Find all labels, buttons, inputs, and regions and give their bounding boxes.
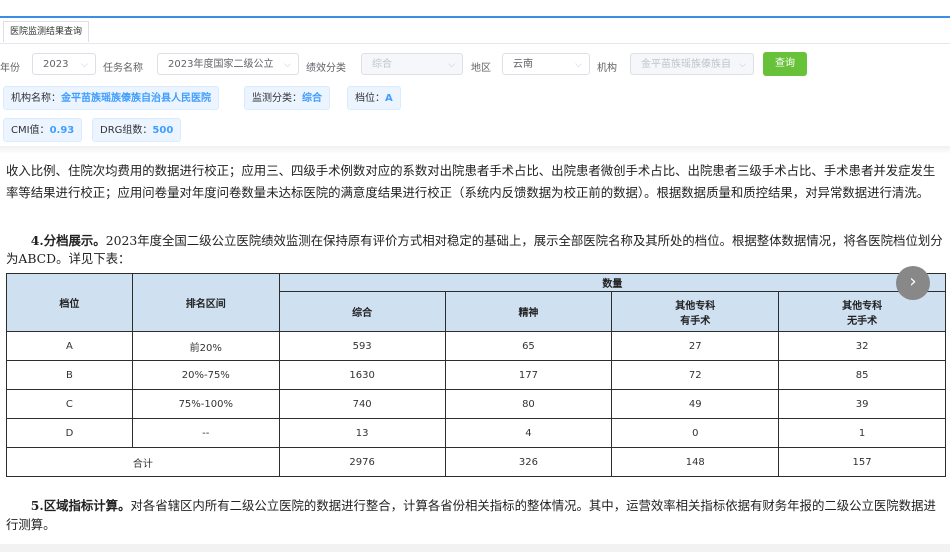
cell-level: C [6, 389, 133, 419]
col-header-quantity: 数量 [278, 273, 947, 292]
year-value: 2023 [43, 59, 69, 70]
cell-total-label: 合计 [6, 447, 280, 477]
drg-tag: DRG组数：500 [92, 118, 182, 142]
cell-mental: 4 [444, 418, 613, 448]
cmi-label: CMI值： [11, 125, 50, 136]
cell-surg: 72 [611, 360, 780, 390]
col-header-mental: 精神 [444, 291, 613, 332]
level-label: 档位： [355, 93, 385, 104]
monitor-label: 监测分类： [252, 93, 302, 104]
bottom-scroll-strip [0, 544, 950, 552]
col-header-rank: 排名区间 [131, 273, 280, 332]
chevron-down-icon: ⌵ [739, 60, 746, 70]
cell-comp: 13 [278, 418, 446, 448]
level-value: A [385, 93, 393, 104]
task-label: 任务名称 [103, 63, 143, 74]
special-nosurgery-line1: 其他专科 [842, 300, 883, 312]
drg-value: 500 [152, 125, 174, 136]
paragraph-grading-title: 4.分档展示。 [30, 233, 106, 248]
level-tag: 档位：A [347, 86, 401, 110]
table-row: D -- 13 4 0 1 [6, 418, 946, 448]
org-value: 金平苗族瑶族傣族自 [641, 59, 731, 70]
year-label: 年份 [0, 63, 20, 74]
perf-label: 绩效分类 [306, 63, 346, 74]
tab-bar: 医院监测结果查询 [0, 18, 950, 44]
region-select[interactable]: 云南 ⌵ [502, 53, 590, 75]
drg-label: DRG组数： [100, 125, 153, 136]
paragraph-region: 5.区域指标计算。对各省辖区内所有二级公立医院的数据进行整合，计算各省份相关指标… [6, 496, 944, 534]
cell-total-comp: 2976 [278, 447, 446, 477]
cell-mental: 177 [444, 360, 613, 390]
cell-range: 前20% [131, 331, 280, 361]
paragraph-region-body: 对各省辖区内所有二级公立医院的数据进行整合，计算各省份相关指标的整体情况。其中，… [6, 498, 936, 532]
filter-bar: 年份 2023 ⌵ 任务名称 2023年度国家二级公立 ⌵ 绩效分类 综合 ⌵ … [0, 50, 950, 80]
cell-comp: 740 [278, 389, 446, 419]
query-button[interactable]: 查询 [763, 52, 807, 76]
org-name-value: 金平苗族瑶族傣族自治县人民医院 [61, 93, 211, 104]
cell-surg: 49 [611, 389, 780, 419]
cell-surg: 0 [611, 418, 780, 448]
cell-total-nosurg: 157 [778, 447, 946, 477]
perf-value: 综合 [372, 59, 392, 70]
cell-mental: 80 [444, 389, 613, 419]
region-value: 云南 [513, 59, 533, 70]
monitor-value: 综合 [302, 93, 322, 104]
table-total-row: 合计 2976 326 148 157 [6, 447, 946, 477]
table-row: B 20%-75% 1630 177 72 85 [6, 360, 946, 390]
org-name-tag: 机构名称：金平苗族瑶族傣族自治县人民医院 [3, 86, 219, 110]
cell-nosurg: 1 [778, 418, 946, 448]
org-select[interactable]: 金平苗族瑶族傣族自 ⌵ [630, 53, 754, 75]
chevron-right-icon[interactable]: › [896, 266, 930, 300]
cell-nosurg: 32 [778, 331, 946, 361]
paragraph-region-title: 5.区域指标计算。 [30, 498, 131, 513]
col-header-level: 档位 [6, 273, 133, 332]
col-header-comprehensive: 综合 [278, 291, 446, 332]
cmi-value: 0.93 [49, 125, 75, 136]
special-surgery-line2: 有手术 [680, 315, 711, 327]
cell-level: B [6, 360, 133, 390]
region-label: 地区 [471, 63, 491, 74]
paragraph-grading: 4.分档展示。2023年度全国二级公立医院绩效监测在保持原有评价方式相对稳定的基… [6, 232, 944, 268]
cell-nosurg: 39 [778, 389, 946, 419]
tab-hospital-monitoring[interactable]: 医院监测结果查询 [3, 21, 90, 42]
task-value: 2023年度国家二级公立 [168, 59, 274, 70]
col-header-special-surgery: 其他专科 有手术 [611, 291, 780, 332]
org-name-label: 机构名称： [11, 93, 61, 104]
task-select[interactable]: 2023年度国家二级公立 ⌵ [157, 53, 299, 75]
cell-surg: 27 [611, 331, 780, 361]
table-row: A 前20% 593 65 27 32 [6, 331, 946, 361]
table-row: C 75%-100% 740 80 49 39 [6, 389, 946, 419]
cell-nosurg: 85 [778, 360, 946, 390]
chevron-down-icon: ⌵ [284, 60, 291, 70]
monitor-tag: 监测分类：综合 [244, 86, 330, 110]
cell-mental: 65 [444, 331, 613, 361]
paragraph-correction: 收入比例、住院次均费用的数据进行校正；应用三、四级手术例数对应的系数对出院患者手… [6, 163, 936, 200]
cell-range: 75%-100% [131, 389, 280, 419]
chevron-down-icon: ⌵ [575, 60, 582, 70]
special-nosurgery-line2: 无手术 [847, 315, 878, 327]
cell-level: A [6, 331, 133, 361]
chevron-down-icon: ⌵ [81, 60, 88, 70]
perf-select[interactable]: 综合 ⌵ [361, 53, 463, 75]
cmi-tag: CMI值：0.93 [3, 118, 83, 142]
cell-total-mental: 326 [444, 447, 613, 477]
org-label: 机构 [597, 63, 617, 74]
year-select[interactable]: 2023 ⌵ [32, 53, 96, 75]
special-surgery-line1: 其他专科 [675, 300, 716, 312]
cell-range: 20%-75% [131, 360, 280, 390]
chevron-down-icon: ⌵ [448, 60, 455, 70]
cell-level: D [6, 418, 133, 448]
cell-comp: 593 [278, 331, 446, 361]
cell-total-surg: 148 [611, 447, 780, 477]
cell-range: -- [131, 418, 280, 448]
paragraph-grading-body: 2023年度全国二级公立医院绩效监测在保持原有评价方式相对稳定的基础上，展示全部… [6, 233, 943, 266]
cell-comp: 1630 [278, 360, 446, 390]
grading-table: 档位 排名区间 数量 综合 精神 其他专科有手术 其他专科无手术 A 前20% … [6, 273, 947, 477]
